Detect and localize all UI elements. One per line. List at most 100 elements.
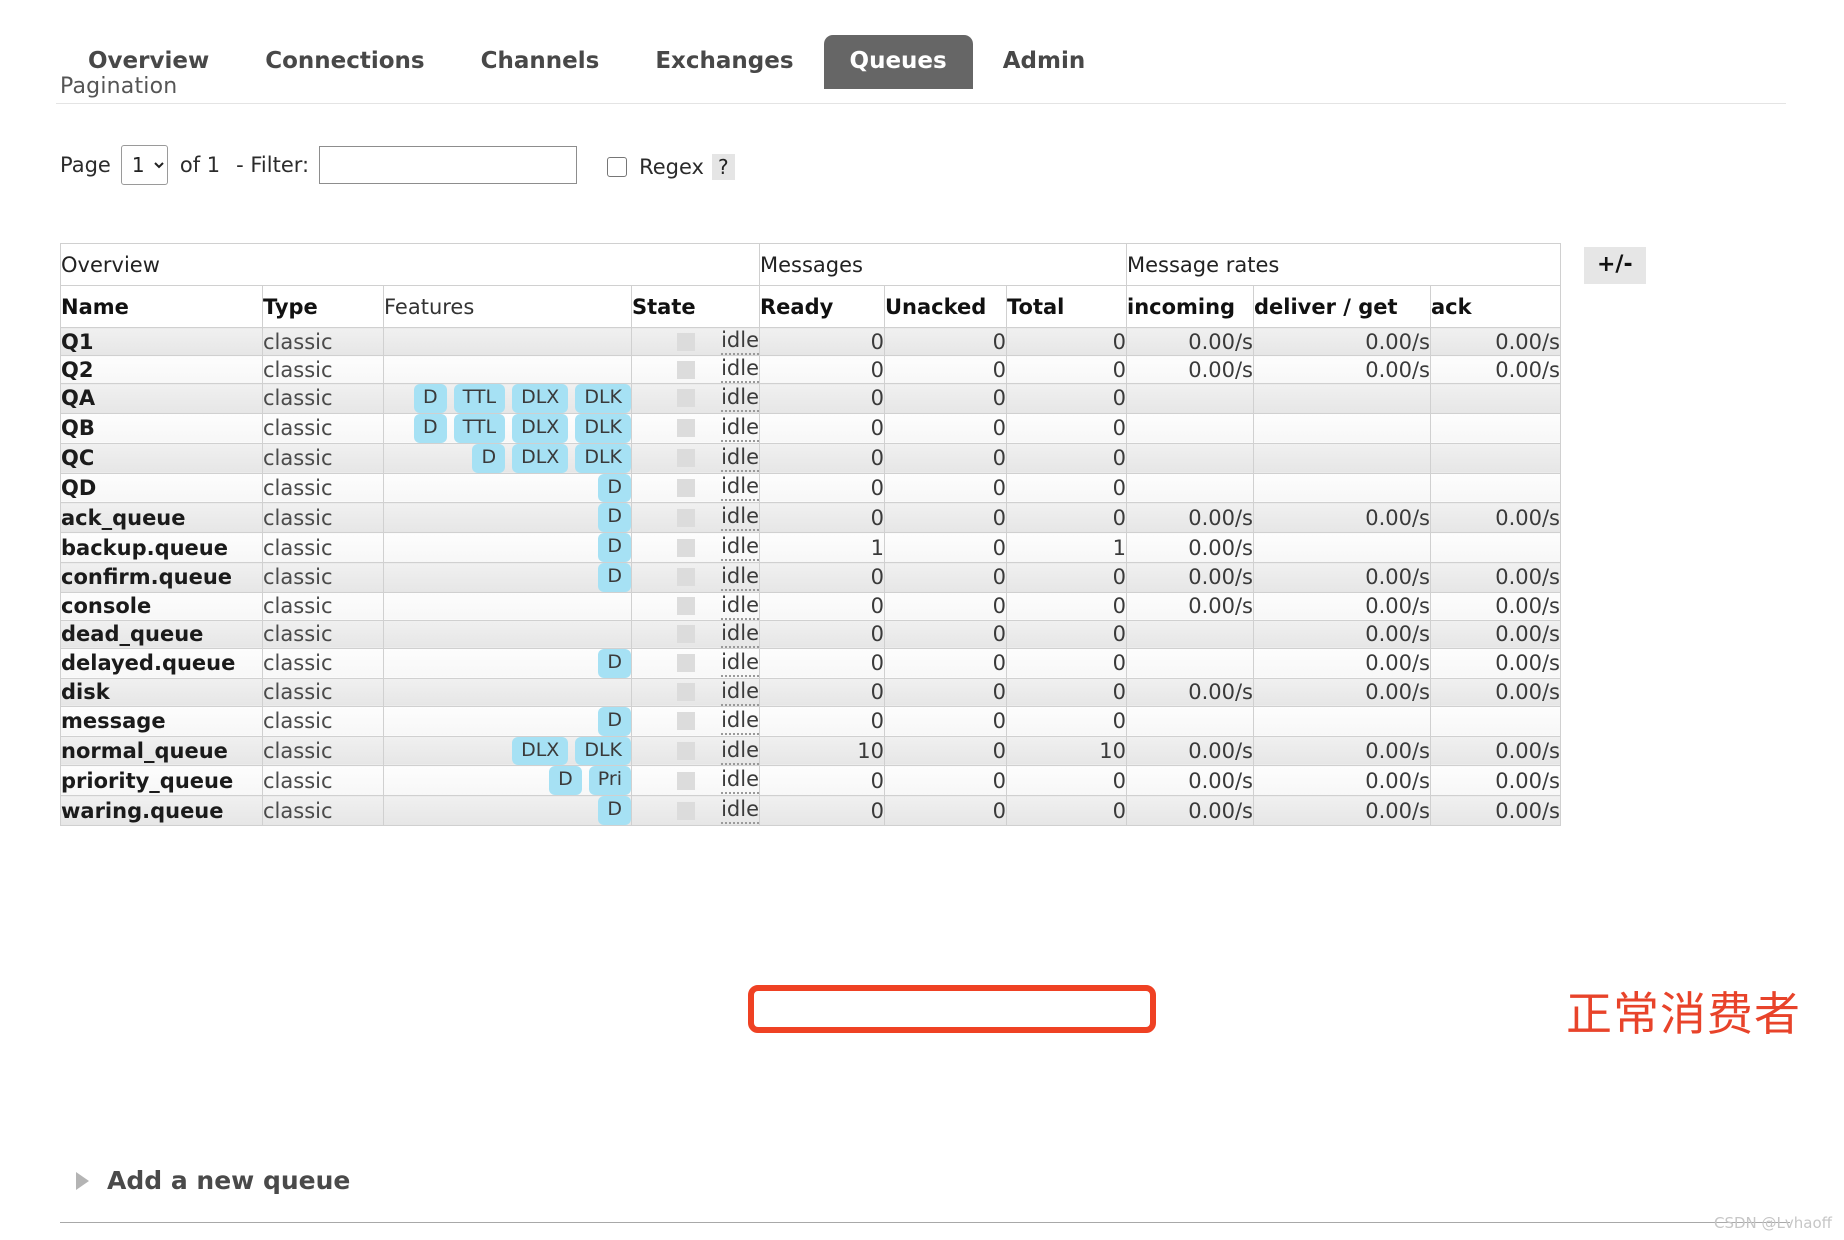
queue-name-cell[interactable]: dead_queue xyxy=(60,619,263,649)
feature-badge: TTL xyxy=(453,413,506,443)
queue-ready-cell: 0 xyxy=(759,442,885,474)
table-row[interactable]: ack_queue classic Didle 0 0 0 0.00/s 0.00/s 0.00… xyxy=(60,502,1561,534)
table-row[interactable]: dead_queue classic idle 0 0 0 0.00/s 0.00/s xyxy=(60,619,1561,649)
regex-help-icon[interactable]: ? xyxy=(711,154,735,180)
state-square-icon xyxy=(677,654,696,673)
feature-badge: DLX xyxy=(512,384,569,413)
queue-state-cell: idle xyxy=(631,765,760,797)
queue-name-cell[interactable]: confirm.queue xyxy=(60,562,263,593)
queue-features-cell xyxy=(383,355,632,384)
queue-type-cell: classic xyxy=(262,383,384,414)
queue-name-cell[interactable]: priority_queue xyxy=(60,765,263,797)
queue-name-cell[interactable]: normal_queue xyxy=(60,735,263,767)
column-header-ready[interactable]: Ready xyxy=(759,285,885,328)
queue-name-cell[interactable]: disk xyxy=(60,677,263,707)
tab-admin[interactable]: Admin xyxy=(977,35,1112,89)
table-row[interactable]: QA classic D TTL DLX DLK idle 0 0 0 xyxy=(60,383,1561,414)
queue-name-cell[interactable]: QC xyxy=(60,442,263,474)
queue-unacked-cell: 0 xyxy=(884,532,1007,564)
queue-ready-cell: 1 xyxy=(759,532,885,564)
queue-unacked-cell: 0 xyxy=(884,412,1007,444)
queue-name-cell[interactable]: QB xyxy=(60,412,263,444)
queue-ready-cell: 0 xyxy=(759,355,885,384)
column-header-unacked[interactable]: Unacked xyxy=(884,285,1007,328)
toggle-columns-button[interactable]: +/- xyxy=(1584,247,1646,285)
state-square-icon xyxy=(677,538,696,557)
queue-name-cell[interactable]: backup.queue xyxy=(60,532,263,564)
filter-input[interactable] xyxy=(319,146,578,184)
table-row[interactable]: backup.queue classic Didle 1 0 1 0.00/s xyxy=(60,532,1561,564)
feature-badge: Pri xyxy=(588,766,631,796)
queue-name-cell[interactable]: waring.queue xyxy=(60,795,263,827)
tab-exchanges[interactable]: Exchanges xyxy=(629,35,819,89)
queue-ack-rate-cell: 0.00/s xyxy=(1430,355,1561,384)
queue-features-cell: D TTL DLX DLK xyxy=(383,383,632,414)
feature-badge: TTL xyxy=(453,384,506,413)
queue-deliver-rate-cell: 0.00/s xyxy=(1253,647,1431,679)
regex-checkbox[interactable] xyxy=(607,157,628,177)
column-header-type[interactable]: Type xyxy=(262,285,384,328)
state-indicator-group: idle xyxy=(632,445,759,472)
state-label: idle xyxy=(721,504,759,532)
queue-incoming-rate-cell: 0.00/s xyxy=(1126,532,1254,564)
state-indicator-group: idle xyxy=(632,328,759,355)
queue-name-cell[interactable]: message xyxy=(60,705,263,737)
queue-name-cell[interactable]: delayed.queue xyxy=(60,647,263,679)
queue-name-cell[interactable]: QD xyxy=(60,472,263,504)
queue-incoming-rate-cell: 0.00/s xyxy=(1126,765,1254,797)
table-row[interactable]: message classic Didle 0 0 0 xyxy=(60,705,1561,737)
page-select[interactable]: 1 xyxy=(120,145,168,185)
expand-triangle-icon[interactable] xyxy=(76,1171,89,1190)
queue-ack-rate-cell xyxy=(1430,383,1561,414)
table-row[interactable]: QB classic D TTL DLX DLK idle 0 0 0 xyxy=(60,412,1561,444)
queue-state-cell: idle xyxy=(631,472,760,504)
queue-name-cell[interactable]: Q1 xyxy=(60,327,263,356)
add-new-queue-section[interactable]: Add a new queue xyxy=(76,1166,350,1195)
queue-incoming-rate-cell xyxy=(1126,412,1254,444)
table-row[interactable]: QD classic Didle 0 0 0 xyxy=(60,472,1561,504)
queue-name-cell[interactable]: QA xyxy=(60,383,263,414)
tab-connections[interactable]: Connections xyxy=(239,35,450,89)
column-header-state[interactable]: State xyxy=(631,285,760,328)
queue-type-cell: classic xyxy=(262,472,384,504)
column-header-total[interactable]: Total xyxy=(1006,285,1127,328)
queue-features-cell xyxy=(383,591,632,621)
table-row[interactable]: Q1 classic idle 0 0 0 0.00/s 0.00/s 0.00/s xyxy=(60,327,1561,356)
table-row[interactable]: disk classic idle 0 0 0 0.00/s 0.00/s 0.00/s xyxy=(60,677,1561,707)
table-row[interactable]: waring.queue classic Didle 0 0 0 0.00/s 0.00/s 0… xyxy=(60,795,1561,827)
pagination-section-title: Pagination xyxy=(60,74,178,99)
state-square-icon xyxy=(677,568,696,587)
table-row[interactable]: confirm.queue classic Didle 0 0 0 0.00/s 0.00/s… xyxy=(60,562,1561,593)
table-row[interactable]: console classic idle 0 0 0 0.00/s 0.00/s 0.00/s xyxy=(60,591,1561,621)
queues-table: Overview Messages Message rates Name Type Fe… xyxy=(60,243,1561,827)
table-row[interactable]: delayed.queue classic Didle 0 0 0 0.00/s 0.00/s xyxy=(60,647,1561,679)
table-group-header-row: Overview Messages Message rates xyxy=(60,243,1561,286)
queue-type-cell: classic xyxy=(262,647,384,679)
column-header-ack[interactable]: ack xyxy=(1430,285,1561,328)
tab-queues[interactable]: Queues xyxy=(823,34,973,89)
table-row[interactable]: normal_queue classic DLX DLK idle 10 0 10 0.00/s… xyxy=(60,735,1561,767)
group-header-message-rates: Message rates xyxy=(1126,243,1561,286)
feature-badge: D xyxy=(598,533,631,563)
tab-channels[interactable]: Channels xyxy=(455,35,626,89)
queue-ack-rate-cell: 0.00/s xyxy=(1430,647,1561,679)
column-header-features[interactable]: Features xyxy=(383,285,632,328)
table-row[interactable]: priority_queue classic D Pri idle 0 0 0 0.00/s 0.… xyxy=(60,765,1561,797)
queue-total-cell: 0 xyxy=(1006,562,1127,593)
queue-unacked-cell: 0 xyxy=(884,619,1007,649)
feature-badge: DLX xyxy=(512,736,569,766)
column-header-deliver-get[interactable]: deliver / get xyxy=(1253,285,1431,328)
queue-ack-rate-cell: 0.00/s xyxy=(1430,562,1561,593)
column-header-name[interactable]: Name xyxy=(60,285,263,328)
column-header-incoming[interactable]: incoming xyxy=(1126,285,1254,328)
table-row[interactable]: QC classic D DLX DLK idle 0 0 0 xyxy=(60,442,1561,474)
queue-name-cell[interactable]: Q2 xyxy=(60,355,263,384)
queue-name-cell[interactable]: ack_queue xyxy=(60,502,263,534)
queue-ack-rate-cell: 0.00/s xyxy=(1430,795,1561,827)
queue-name-cell[interactable]: console xyxy=(60,591,263,621)
queues-table-body: Q1 classic idle 0 0 0 0.00/s 0.00/s 0.00/s Q2 clas… xyxy=(60,327,1561,827)
state-label: idle xyxy=(721,797,759,825)
table-row[interactable]: Q2 classic idle 0 0 0 0.00/s 0.00/s 0.00/s xyxy=(60,355,1561,384)
queue-ready-cell: 0 xyxy=(759,472,885,504)
state-indicator-group: idle xyxy=(632,534,759,562)
